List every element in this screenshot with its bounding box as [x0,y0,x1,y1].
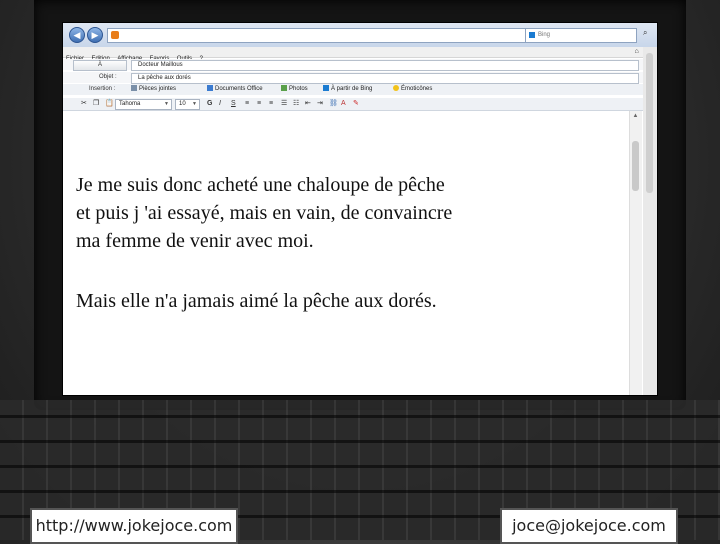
forward-icon[interactable]: ▶ [87,27,103,43]
highlight-icon[interactable]: A [341,99,346,109]
site-icon [111,31,119,39]
align-left-icon[interactable]: ≡ [245,99,249,109]
search-go-icon[interactable]: ⌕ [643,28,647,38]
address-bar[interactable]: ▾↻✕ [107,28,563,43]
copy-icon[interactable]: ❐ [93,99,99,109]
bing-insert-button[interactable]: À partir de Bing [323,84,372,95]
search-placeholder: Bing [538,32,551,38]
editor-scroll-thumb[interactable] [632,141,639,191]
underline-button[interactable]: S [231,99,236,109]
email-badge: joce@jokejoce.com [500,508,678,544]
menu-bar: Fichier Edition Affichage Favoris Outils… [63,47,657,62]
message-paragraph-2: Mais elle n'a jamais aimé la pêche aux d… [76,290,437,312]
photo-icon [281,85,287,91]
office-docs-label: Documents Office [215,86,263,92]
bing-icon [323,85,329,91]
outdent-icon[interactable]: ⇤ [305,99,311,109]
photos-button[interactable]: Photos [281,84,308,95]
bing-insert-label: À partir de Bing [331,86,373,92]
indent-icon[interactable]: ⇥ [317,99,323,109]
to-field[interactable]: Docteur Maillous [131,60,639,71]
numbered-list-icon[interactable]: ☷ [293,99,299,109]
back-icon[interactable]: ◀ [69,27,85,43]
align-center-icon[interactable]: ≡ [257,99,261,109]
format-toolbar: ✂ ❐ 📋 Tahoma ▼ 10 ▼ G I S ≡ ≡ ≡ ☰ ☷ ⇤ ⇥ … [63,98,657,111]
emoticons-label: Émoticônes [401,86,433,92]
office-docs-button[interactable]: Documents Office [207,84,263,95]
size-select[interactable]: 10 ▼ [175,99,200,110]
bing-logo-icon [529,32,535,38]
bold-button[interactable]: G [207,99,212,109]
cut-icon[interactable]: ✂ [81,99,87,109]
message-paragraph-1: Je me suis donc acheté une chaloupe de p… [76,174,453,252]
font-select[interactable]: Tahoma ▼ [115,99,172,110]
editor-scrollbar[interactable]: ▲ [629,111,642,395]
italic-button[interactable]: I [219,99,221,109]
to-button[interactable]: À [73,60,127,71]
insertion-label: Insertion : [89,86,116,92]
search-input[interactable]: Bing [525,28,637,43]
message-body[interactable]: Je me suis donc acheté une chaloupe de p… [63,111,629,395]
subject-row: Objet : La pêche aux dorés [63,72,657,84]
paste-icon[interactable]: 📋 [105,99,114,109]
to-value: Docteur Maillous [138,62,183,68]
font-color-icon[interactable]: ✎ [353,99,359,109]
document-icon [207,85,213,91]
align-right-icon[interactable]: ≡ [269,99,273,109]
subject-value: La pêche aux dorés [138,75,191,81]
screen: ◀ ▶ ▾↻✕ Bing ⌕ Fichier Edition Affichage… [62,22,658,396]
page-scrollbar[interactable] [643,47,657,395]
attachments-label: Pièces jointes [139,86,177,92]
to-row: À Docteur Maillous [63,59,657,71]
subject-label: Objet : [99,74,117,80]
font-name: Tahoma [119,101,141,107]
paperclip-icon [131,85,137,91]
photos-label: Photos [289,86,308,92]
font-size: 10 [179,101,186,107]
browser-toolbar: ◀ ▶ ▾↻✕ Bing ⌕ [63,23,657,47]
link-icon[interactable]: ⛓ [329,99,338,109]
chevron-down-icon: ▼ [192,101,197,107]
page-scroll-thumb[interactable] [646,53,653,193]
chevron-down-icon: ▼ [164,101,169,107]
emoticons-button[interactable]: Émoticônes [393,84,432,95]
subject-field[interactable]: La pêche aux dorés [131,73,639,84]
website-badge: http://www.jokejoce.com [30,508,238,544]
bullet-list-icon[interactable]: ☰ [281,99,287,109]
insertion-row: Insertion : Pièces jointes Documents Off… [63,84,657,95]
scroll-up-icon[interactable]: ▲ [632,113,639,120]
smiley-icon [393,85,399,91]
attachments-button[interactable]: Pièces jointes [131,84,176,95]
